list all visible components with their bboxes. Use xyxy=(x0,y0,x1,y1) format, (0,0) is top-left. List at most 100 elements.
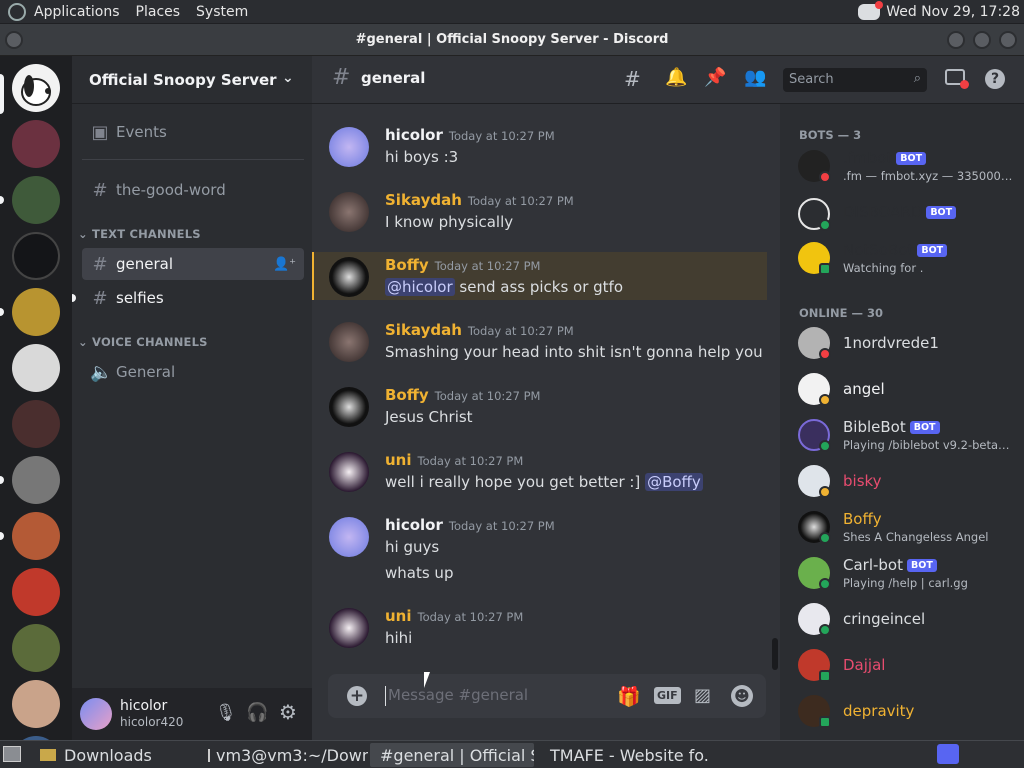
voice-channel-general[interactable]: 🔈 General xyxy=(82,356,304,388)
author-name[interactable]: hicolor xyxy=(385,516,443,534)
avatar[interactable] xyxy=(329,608,369,648)
search-input[interactable]: Search ⌕ xyxy=(783,68,927,92)
message[interactable]: uni Today at 10:27 PM well i really hope … xyxy=(312,447,768,495)
avatar[interactable] xyxy=(329,192,369,232)
author-name[interactable]: uni xyxy=(385,451,412,469)
gift-icon[interactable]: 🎁 xyxy=(617,685,641,708)
sticker-icon[interactable]: ▨ xyxy=(694,685,711,706)
user-mention[interactable]: @Boffy xyxy=(645,473,703,491)
member-disboard[interactable]: DISBOARD BOT xyxy=(798,193,1018,235)
system-menu[interactable]: System xyxy=(188,4,256,20)
threads-icon[interactable]: # xyxy=(624,67,641,91)
server-icon-10[interactable] xyxy=(12,568,60,616)
server-icon-3[interactable] xyxy=(12,176,60,224)
headphones-icon[interactable]: 🎧 xyxy=(246,702,268,723)
taskbar-item-discord[interactable]: #general | Official S... xyxy=(370,743,534,767)
member-bisky[interactable]: bisky xyxy=(798,460,1018,502)
channel-general[interactable]: # general 👤⁺ xyxy=(82,248,304,280)
show-desktop-icon[interactable] xyxy=(3,746,21,762)
avatar[interactable] xyxy=(329,452,369,492)
server-icon-4[interactable] xyxy=(12,232,60,280)
avatar[interactable] xyxy=(329,517,369,557)
message-author[interactable]: Sikaydah Today at 10:27 PM xyxy=(385,321,574,339)
taskbar-item-firefox[interactable]: TMAFE - Website fo... xyxy=(538,743,708,767)
message-input[interactable]: Message #general xyxy=(385,686,605,706)
server-icon-11[interactable] xyxy=(12,624,60,672)
message-author[interactable]: hicolor Today at 10:27 PM xyxy=(385,516,555,534)
avatar[interactable] xyxy=(329,387,369,427)
author-name[interactable]: Boffy xyxy=(385,386,429,404)
clock[interactable]: Wed Nov 29, 17:28 xyxy=(886,4,1020,20)
avatar[interactable] xyxy=(329,322,369,362)
message[interactable]: Sikaydah Today at 10:27 PM I know physica… xyxy=(312,187,768,235)
member-carl-bot[interactable]: Carl-bot BOT Playing /help | carl.gg xyxy=(798,552,1018,594)
member-biblebot[interactable]: BibleBot BOT Playing /biblebot v9.2-beta … xyxy=(798,414,1018,456)
invite-icon[interactable]: 👤⁺ xyxy=(273,257,296,272)
server-icon-snoopy[interactable] xyxy=(12,64,60,112)
avatar[interactable] xyxy=(329,127,369,167)
message[interactable]: hicolor Today at 10:27 PM hi guys whats u… xyxy=(312,512,768,586)
message-author[interactable]: Boffy Today at 10:27 PM xyxy=(385,256,540,274)
avatar[interactable] xyxy=(329,257,369,297)
server-icon-2[interactable] xyxy=(12,120,60,168)
category-voice-channels[interactable]: ⌄ VOICE CHANNELS xyxy=(78,335,208,349)
help-icon[interactable]: ? xyxy=(985,69,1005,89)
member-notsobot[interactable]: NotSoBot BOT Watching for . xyxy=(798,237,1018,279)
notification-bell-icon[interactable]: 🔔 xyxy=(665,67,687,88)
channel-selfies[interactable]: # selfies xyxy=(82,282,304,314)
message-author[interactable]: Boffy Today at 10:27 PM xyxy=(385,386,540,404)
server-icon-5[interactable] xyxy=(12,288,60,336)
emoji-icon[interactable]: ☻ xyxy=(731,685,753,707)
message-author[interactable]: hicolor Today at 10:27 PM xyxy=(385,126,555,144)
inbox-icon[interactable] xyxy=(945,69,969,89)
avatar[interactable] xyxy=(80,698,112,730)
places-menu[interactable]: Places xyxy=(128,4,189,20)
system-logo-icon[interactable] xyxy=(8,2,26,21)
author-name[interactable]: Sikaydah xyxy=(385,191,462,209)
member-boffy[interactable]: Boffy Shes A Changeless Angel xyxy=(798,506,1018,548)
message-author[interactable]: uni Today at 10:27 PM xyxy=(385,607,523,625)
message[interactable]: uni Today at 10:27 PM hihi xyxy=(312,603,768,651)
applications-menu[interactable]: Applications xyxy=(26,4,128,20)
taskbar-item-terminal[interactable]: vm3@vm3:~/Downl... xyxy=(204,743,368,767)
message-author[interactable]: Sikaydah Today at 10:27 PM xyxy=(385,191,574,209)
member-dajjal[interactable]: Dajjal xyxy=(798,644,1018,686)
message[interactable]: Sikaydah Today at 10:27 PM Smashing your … xyxy=(312,317,768,365)
server-icon-7[interactable] xyxy=(12,400,60,448)
close-button[interactable] xyxy=(999,31,1017,49)
taskbar-item-downloads[interactable]: Downloads xyxy=(36,743,200,767)
server-icon-12[interactable] xyxy=(12,680,60,728)
member-fmbot[interactable]: .fmbot BOT .fm — fmbot.xyz — 335000 se... xyxy=(798,145,1018,187)
message-mention-highlighted[interactable]: Boffy Today at 10:27 PM @hicolor send ass… xyxy=(312,252,767,300)
category-text-channels[interactable]: ⌄ TEXT CHANNELS xyxy=(78,227,201,241)
scrollbar[interactable] xyxy=(772,638,778,670)
author-name[interactable]: Boffy xyxy=(385,256,429,274)
user-mention[interactable]: @hicolor xyxy=(385,278,455,296)
add-attachment-icon[interactable]: + xyxy=(347,686,367,706)
server-icon-9[interactable] xyxy=(12,512,60,560)
discord-tray-icon[interactable] xyxy=(858,0,884,20)
member-depravity[interactable]: depravity xyxy=(798,690,1018,732)
message[interactable]: hicolor Today at 10:27 PM hi boys :3 xyxy=(312,122,768,170)
message[interactable]: Boffy Today at 10:27 PM Jesus Christ xyxy=(312,382,768,430)
member-1nordvrede1[interactable]: 1nordvrede1 xyxy=(798,322,1018,364)
window-titlebar[interactable]: #general | Official Snoopy Server - Disc… xyxy=(0,24,1024,56)
server-header[interactable]: Official Snoopy Server ⌄ xyxy=(72,56,312,104)
member-angel[interactable]: angel xyxy=(798,368,1018,410)
author-name[interactable]: uni xyxy=(385,607,412,625)
member-cringeincel[interactable]: cringeincel xyxy=(798,598,1018,640)
window-menu-button[interactable] xyxy=(5,31,23,49)
minimize-button[interactable] xyxy=(947,31,965,49)
events-item[interactable]: ▣ Events xyxy=(82,116,304,148)
server-icon-6[interactable] xyxy=(12,344,60,392)
workspace-discord-icon[interactable] xyxy=(937,744,959,764)
member-list-icon[interactable]: 👥 xyxy=(744,67,766,88)
settings-gear-icon[interactable]: ⚙ xyxy=(279,700,297,724)
author-name[interactable]: Sikaydah xyxy=(385,321,462,339)
pinned-icon[interactable]: 📌 xyxy=(704,67,726,88)
gif-icon[interactable]: GIF xyxy=(654,687,681,704)
maximize-button[interactable] xyxy=(973,31,991,49)
channel-the-good-word[interactable]: # the-good-word xyxy=(82,174,304,206)
author-name[interactable]: hicolor xyxy=(385,126,443,144)
microphone-icon[interactable]: 🎙 xyxy=(215,703,237,723)
